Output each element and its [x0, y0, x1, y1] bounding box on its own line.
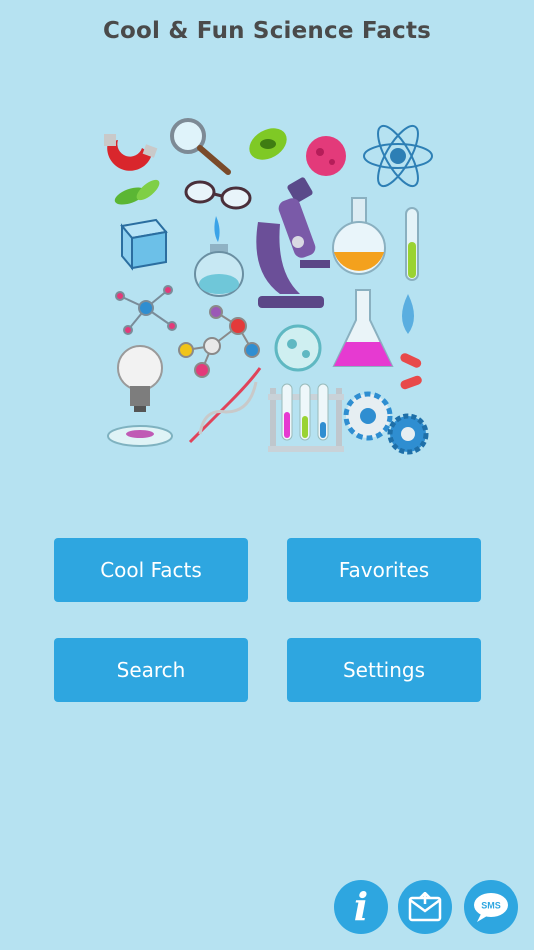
lightbulb-icon — [117, 345, 163, 412]
search-button[interactable]: Search — [54, 638, 248, 702]
page-title: Cool & Fun Science Facts — [102, 18, 432, 44]
petri-dish-icon — [274, 324, 322, 372]
magnifier-icon — [170, 118, 231, 175]
burner-icon — [194, 216, 244, 297]
bacteria-icon — [249, 128, 287, 160]
glasses-icon — [184, 180, 252, 210]
test-tube-rack-icon — [268, 383, 344, 452]
settings-button[interactable]: Settings — [287, 638, 481, 702]
petri-dish-icon — [107, 425, 173, 447]
dna-icon — [188, 367, 262, 444]
info-icon: i — [353, 884, 369, 929]
molecule-icon — [115, 285, 177, 335]
conical-flask-icon — [332, 289, 394, 367]
sms-icon: SMS — [474, 893, 508, 922]
pill-icon — [400, 353, 422, 390]
cool-facts-button[interactable]: Cool Facts — [54, 538, 248, 602]
test-tube-icon — [405, 207, 419, 281]
email-share-button[interactable] — [398, 880, 452, 934]
gear-icon — [343, 391, 429, 455]
magnet-icon — [104, 134, 158, 171]
info-button[interactable]: i — [334, 880, 388, 934]
microscope-icon — [256, 177, 330, 308]
science-illustration — [104, 118, 433, 455]
sms-share-button[interactable]: SMS — [464, 880, 518, 934]
atom-icon — [363, 124, 433, 188]
round-flask-icon — [332, 197, 386, 275]
water-drop-icon — [402, 294, 414, 334]
cube-icon — [120, 218, 168, 271]
mail-icon — [408, 892, 442, 922]
sms-label: SMS — [481, 901, 501, 911]
leaves-icon — [114, 179, 160, 205]
molecule-icon — [178, 305, 260, 378]
virus-icon — [306, 136, 346, 176]
favorites-button[interactable]: Favorites — [287, 538, 481, 602]
